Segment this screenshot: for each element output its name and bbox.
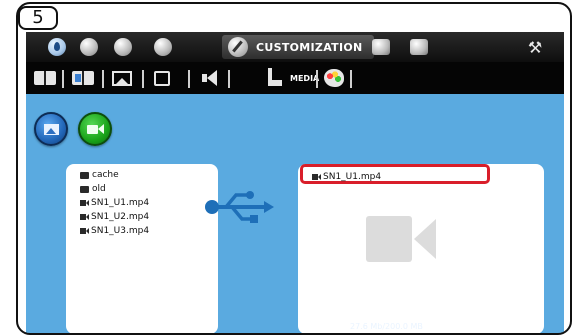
usb-file-list-panel[interactable]: cache old SN1_U1.mp4 SN1_U2.mp4 SN1_U3.m… [66,164,218,333]
user-icon[interactable] [408,36,430,58]
device-file-list: SN1_U1.mp4 [312,170,381,184]
list-item[interactable]: SN1_U1.mp4 [80,196,149,210]
calendar-icon[interactable] [370,36,392,58]
usb-file-list: cache old SN1_U1.mp4 SN1_U2.mp4 SN1_U3.m… [80,168,149,238]
separator [350,70,352,88]
file-name: SN1_U1.mp4 [323,172,382,182]
step-number-badge: 5 [18,6,58,30]
file-name: SN1_U3.mp4 [91,226,150,236]
video-file-icon [312,174,321,180]
blue-book-icon[interactable] [72,68,94,88]
tab-media-label: MEDIA [290,73,320,83]
separator [188,70,190,88]
info-icon[interactable] [152,36,174,58]
video-file-icon [80,228,89,234]
speaker-icon[interactable] [202,68,217,88]
device-screen: CUSTOMIZATION ⚒ MEDIA cache old SN1_U1.m… [26,32,564,333]
separator [142,70,144,88]
top-toolbar: CUSTOMIZATION ⚒ [26,32,564,62]
separator [62,70,64,88]
list-item[interactable]: cache [80,168,149,182]
file-name: old [92,184,106,194]
folder-icon [80,185,89,193]
video-file-icon [80,214,89,220]
video-file-icon [80,200,89,206]
file-name: SN1_U1.mp4 [91,198,150,208]
screenshot-frame: CUSTOMIZATION ⚒ MEDIA cache old SN1_U1.m… [16,2,572,335]
device-file-list-panel[interactable]: SN1_U1.mp4 [298,164,544,333]
video-mode-button[interactable] [78,112,112,146]
pen-icon [228,37,248,57]
picture-icon[interactable] [112,68,132,88]
photo-mode-button[interactable] [34,112,68,146]
water-drop-icon[interactable] [46,36,68,58]
folder-icon [80,171,89,179]
video-placeholder-icon [366,216,436,262]
list-item[interactable]: old [80,182,149,196]
wrench-icon[interactable]: ⚒ [524,36,546,58]
tab-customization[interactable]: CUSTOMIZATION [222,35,374,59]
palette-icon[interactable] [324,68,344,88]
separator [102,70,104,88]
file-name: SN1_U2.mp4 [91,212,150,222]
video-camera-icon [86,124,104,134]
list-item[interactable]: SN1_U3.mp4 [80,224,149,238]
display-icon[interactable] [112,36,134,58]
separator [316,70,318,88]
file-name: cache [92,170,119,180]
book-icon[interactable] [34,68,56,88]
separator [228,70,230,88]
list-item[interactable]: SN1_U1.mp4 [312,170,381,184]
screensaver-icon[interactable] [154,68,170,88]
storage-usage: 27.6 Mb/200.0 MB [350,322,423,331]
tab-customization-label: CUSTOMIZATION [256,40,363,54]
media-icon [266,68,284,88]
list-item[interactable]: SN1_U2.mp4 [80,210,149,224]
media-panel: cache old SN1_U1.mp4 SN1_U2.mp4 SN1_U3.m… [26,94,564,333]
image-icon [43,123,59,135]
usb-icon [205,191,274,223]
sub-toolbar: MEDIA [26,62,564,94]
clock-icon[interactable] [78,36,100,58]
